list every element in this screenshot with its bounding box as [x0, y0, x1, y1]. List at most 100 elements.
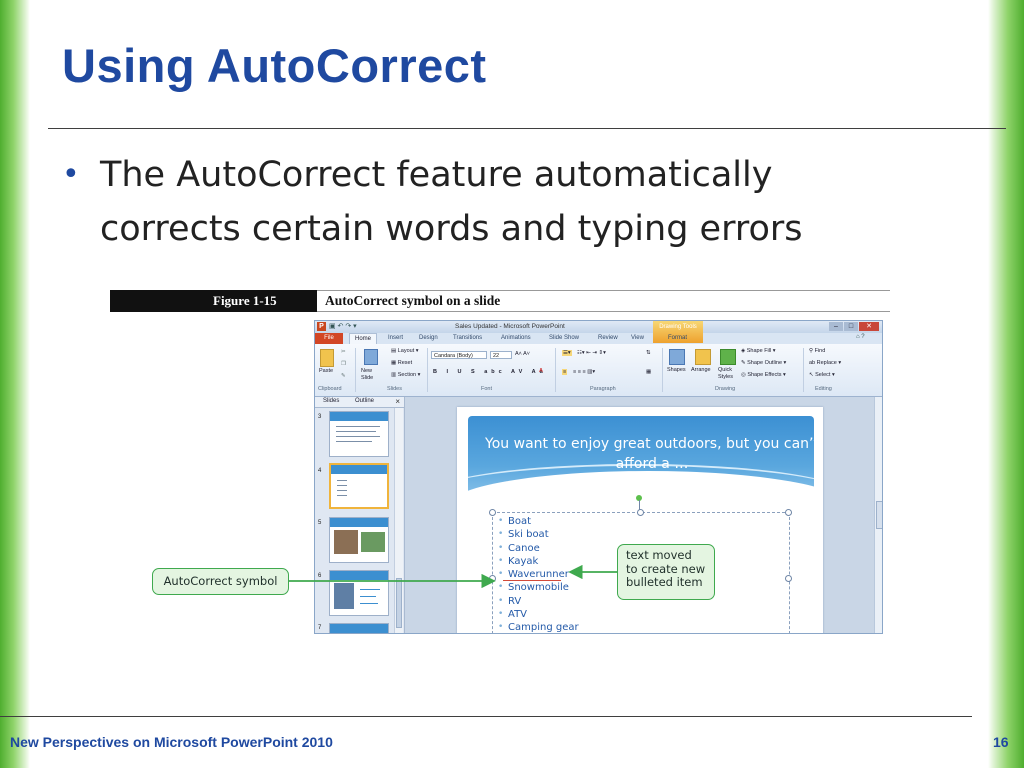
thumbnail-photo	[334, 583, 354, 609]
tab-slides[interactable]: Slides	[323, 398, 339, 404]
autocorrect-callout: AutoCorrect symbol	[152, 568, 289, 595]
quick-styles-icon[interactable]	[720, 349, 736, 365]
slide-title-banner: You want to enjoy great outdoors, but yo…	[468, 416, 814, 500]
panel-scrollbar-thumb[interactable]	[396, 578, 402, 628]
paste-button[interactable]: Paste	[319, 368, 333, 374]
grow-shrink-font-icon[interactable]: A˄ A˅	[515, 351, 530, 357]
copy-icon[interactable]: ❐	[341, 361, 346, 367]
tab-review[interactable]: Review	[598, 335, 618, 341]
text-direction-icon[interactable]: ⇅	[646, 350, 651, 356]
thumbnail-header	[331, 465, 387, 474]
powerpoint-logo-icon[interactable]: P	[317, 322, 326, 331]
bullets-button[interactable]: ☰▾	[562, 350, 572, 356]
window-titlebar: P ▣ ↶ ↷ ▾ Sales Updated - Microsoft Powe…	[315, 321, 882, 333]
shapes-icon[interactable]	[669, 349, 685, 365]
slide-thumbnail[interactable]	[329, 623, 389, 633]
slide-thumbnail[interactable]	[329, 411, 389, 457]
list-item[interactable]: Camping gear	[497, 621, 579, 633]
close-panel-icon[interactable]: ×	[395, 397, 400, 406]
shape-outline-button[interactable]: ✎ Shape Outline ▾	[741, 360, 786, 366]
align-icons[interactable]: ≡ ≡ ≡ ▥▾	[573, 369, 595, 375]
list-item[interactable]: ATV	[497, 608, 579, 622]
shape-effects-button[interactable]: ◎ Shape Effects ▾	[741, 372, 786, 378]
format-painter-icon[interactable]: ✎	[341, 373, 346, 379]
group-slides: Slides	[387, 386, 402, 392]
tab-view[interactable]: View	[631, 335, 644, 341]
slide-thumbnail-selected[interactable]	[329, 463, 389, 509]
thumbnail-line	[360, 589, 380, 590]
tab-format[interactable]: Format	[668, 335, 687, 341]
tab-design[interactable]: Design	[419, 335, 438, 341]
resize-handle[interactable]	[489, 575, 496, 582]
thumbnail-line	[337, 485, 347, 486]
arrange-button[interactable]: Arrange	[691, 367, 711, 373]
slide-bullet-list[interactable]: Boat Ski boat Canoe Kayak Waverunner Sno…	[497, 515, 579, 633]
replace-button[interactable]: ab Replace ▾	[809, 360, 841, 366]
footer-text: New Perspectives on Microsoft PowerPoint…	[10, 734, 333, 750]
thumbnail-number: 7	[318, 625, 322, 631]
list-item[interactable]: RV	[497, 595, 579, 609]
panel-scrollbar[interactable]	[394, 408, 403, 633]
page-number: 16	[993, 734, 1009, 750]
shape-fill-button[interactable]: ◈ Shape Fill ▾	[741, 348, 776, 354]
help-icon[interactable]: ⌂ ?	[856, 334, 865, 340]
tab-transitions[interactable]: Transitions	[453, 335, 482, 341]
font-style-buttons[interactable]: B I U S abc AV Aa	[433, 369, 547, 375]
shape-effects-label: Shape Effects	[747, 372, 782, 378]
close-button[interactable]: ✕	[859, 322, 879, 331]
editing-scrollbar[interactable]	[874, 397, 882, 633]
list-item[interactable]: Kayak	[497, 555, 579, 569]
resize-handle[interactable]	[637, 509, 644, 516]
new-slide-button[interactable]: New Slide	[361, 368, 385, 382]
shape-fill-label: Shape Fill	[746, 348, 772, 354]
tab-slide-show[interactable]: Slide Show	[549, 335, 579, 341]
tab-insert[interactable]: Insert	[388, 335, 403, 341]
align-left-button[interactable]: ≡	[562, 369, 568, 375]
list-item[interactable]: Snowmobile	[497, 581, 579, 595]
find-button[interactable]: ⚲ Find	[809, 348, 825, 354]
shapes-button[interactable]: Shapes	[667, 367, 686, 373]
section-button[interactable]: ▥ Section ▾	[391, 372, 420, 378]
arrange-icon[interactable]	[695, 349, 711, 365]
thumbnail-line	[337, 495, 347, 496]
slide-title[interactable]: You want to enjoy great outdoors, but yo…	[482, 434, 814, 474]
thumbnail-header	[330, 518, 388, 527]
maximize-button[interactable]: □	[844, 322, 858, 331]
resize-handle[interactable]	[785, 509, 792, 516]
numbering-icon[interactable]: ☷▾ ⇤ ⇥ ⇕▾	[577, 350, 606, 356]
list-item[interactable]: Canoe	[497, 542, 579, 556]
resize-handle[interactable]	[785, 575, 792, 582]
slide-thumbnail[interactable]	[329, 517, 389, 563]
quick-access-toolbar[interactable]: ▣ ↶ ↷ ▾	[329, 322, 357, 330]
resize-handle[interactable]	[489, 509, 496, 516]
minimize-button[interactable]: –	[829, 322, 843, 331]
reset-button[interactable]: ▦ Reset	[391, 360, 412, 366]
list-item[interactable]: Ski boat	[497, 528, 579, 542]
tab-home[interactable]: Home	[349, 333, 377, 344]
new-slide-icon[interactable]	[364, 349, 378, 365]
tab-outline[interactable]: Outline	[355, 398, 374, 404]
bullet-dot-icon: •	[62, 157, 80, 192]
group-editing: Editing	[815, 386, 832, 392]
figure-number: Figure 1-15	[213, 293, 277, 308]
tab-file[interactable]: File	[315, 333, 343, 344]
group-paragraph: Paragraph	[590, 386, 616, 392]
right-green-border	[988, 0, 1024, 768]
smartart-icon[interactable]: ▦	[646, 369, 651, 375]
slides-panel: Slides Outline × 3 4 5 6 7	[315, 397, 405, 633]
tab-animations[interactable]: Animations	[501, 335, 531, 341]
quick-styles-button[interactable]: Quick Styles	[718, 367, 738, 381]
font-size-select[interactable]: 22	[490, 351, 512, 359]
paste-icon[interactable]	[320, 349, 334, 367]
list-item[interactable]: Boat	[497, 515, 579, 529]
select-button[interactable]: ↖ Select ▾	[809, 372, 835, 378]
window-title: Sales Updated - Microsoft PowerPoint	[455, 323, 565, 330]
cut-icon[interactable]: ✂	[341, 349, 346, 355]
autocorrect-underline[interactable]	[503, 578, 561, 581]
font-name-select[interactable]: Candara (Body)	[431, 351, 487, 359]
layout-button[interactable]: ▤ Layout ▾	[391, 348, 419, 354]
slide-thumbnail[interactable]	[329, 570, 389, 616]
font-color-icon[interactable]: A	[539, 368, 543, 374]
figure-number-box: Figure 1-15	[110, 290, 317, 312]
editing-scrollbar-thumb[interactable]	[876, 501, 882, 529]
